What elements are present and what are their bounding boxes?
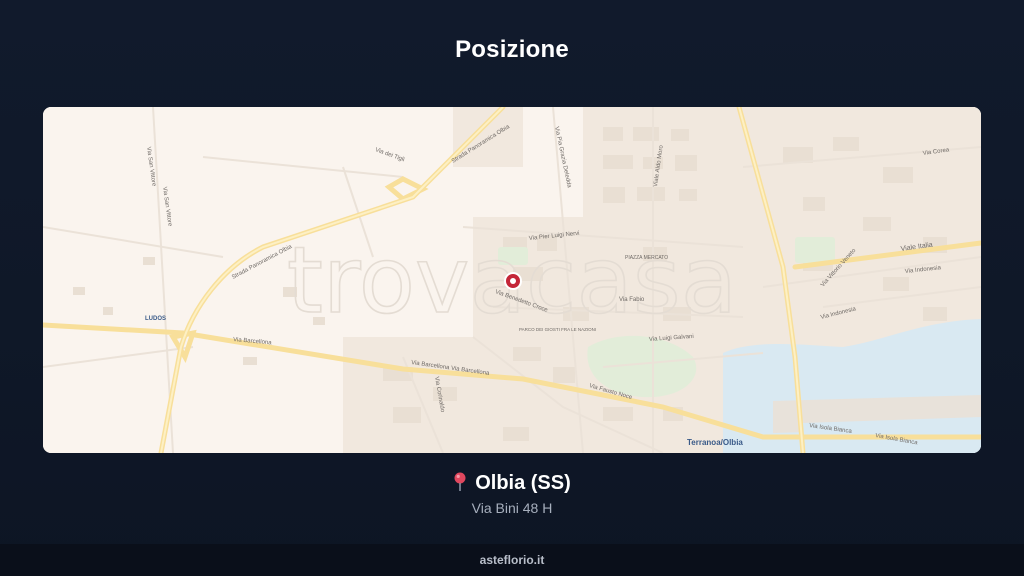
location-address: Via Bini 48 H	[471, 500, 553, 516]
label-via-fabio: Via Fabio	[619, 297, 645, 303]
location-heading: Olbia (SS)	[0, 472, 1024, 498]
location-city: Olbia (SS)	[475, 472, 571, 494]
label-terranova: Terranoa/Olbia	[687, 438, 743, 447]
page-title: Posizione	[455, 36, 569, 63]
location-marker-icon[interactable]	[504, 272, 522, 290]
map-view[interactable]: trovacasa Strada Panoramica Olbia Strada…	[43, 107, 981, 453]
label-parco: PARCO DEI GIOSTI FRA LE NAZIONI	[519, 327, 596, 332]
label-piazza-mercato: PIAZZA MERCATO	[625, 255, 668, 261]
footer: asteflorio.it	[0, 544, 1024, 576]
label-ludos: LUDOS	[145, 316, 166, 322]
footer-site[interactable]: asteflorio.it	[480, 553, 545, 567]
pushpin-icon	[453, 472, 467, 498]
